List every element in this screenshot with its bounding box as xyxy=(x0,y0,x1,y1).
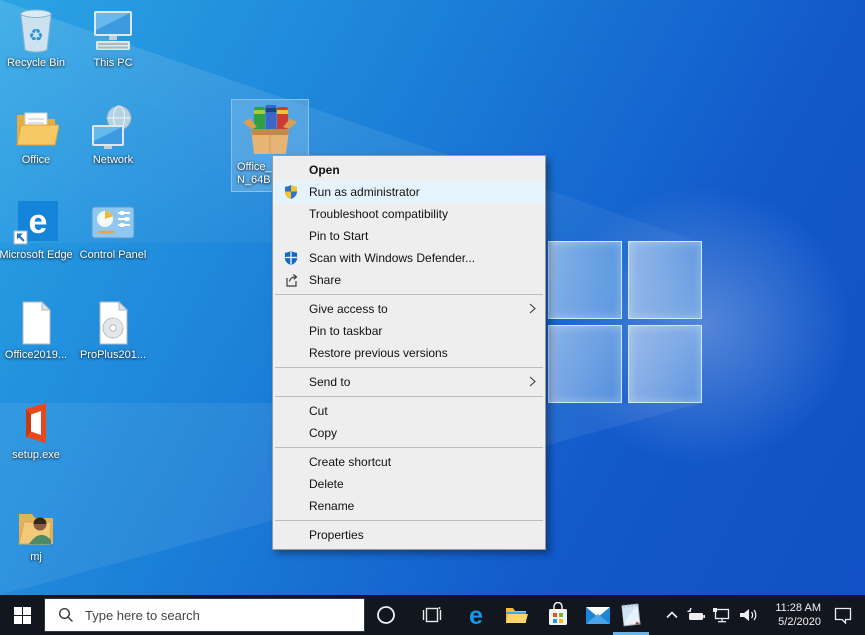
icon-label: Office xyxy=(0,154,75,167)
tray-hidden-icons-button[interactable] xyxy=(660,595,684,635)
menu-item-create-shortcut[interactable]: Create shortcut xyxy=(273,451,545,473)
context-menu: Open Run as administrator Troubleshoot c… xyxy=(272,155,546,550)
battery-icon xyxy=(686,607,706,623)
action-center-button[interactable] xyxy=(826,595,860,635)
icon-label: Control Panel xyxy=(74,249,152,262)
desktop-icon-mj-folder[interactable]: mj xyxy=(0,500,75,564)
desktop-icon-this-pc[interactable]: This PC xyxy=(74,6,152,70)
svg-text:e: e xyxy=(29,203,48,241)
tray-network-button[interactable] xyxy=(709,595,735,635)
icon-label: Microsoft Edge xyxy=(0,249,75,262)
cortana-icon xyxy=(376,605,396,625)
store-taskbar-button[interactable] xyxy=(538,595,578,635)
menu-item-properties[interactable]: Properties xyxy=(273,524,545,546)
desktop-icon-office-folder[interactable]: Office xyxy=(0,103,75,167)
action-center-icon xyxy=(833,606,853,624)
windows-logo-icon xyxy=(14,607,31,624)
menu-separator xyxy=(275,294,543,295)
menu-item-pin-to-taskbar[interactable]: Pin to taskbar xyxy=(273,320,545,342)
disc-image-icon xyxy=(74,298,152,346)
user-folder-icon xyxy=(0,500,75,548)
notepad-taskbar-button-running[interactable] xyxy=(610,595,652,635)
desktop-icon-setup-exe[interactable]: setup.exe xyxy=(0,398,75,462)
task-view-button[interactable] xyxy=(412,595,452,635)
uac-shield-icon xyxy=(273,184,309,200)
chevron-up-icon xyxy=(664,607,680,623)
control-panel-icon xyxy=(74,198,152,246)
menu-item-troubleshoot-compatibility[interactable]: Troubleshoot compatibility xyxy=(273,203,545,225)
menu-item-pin-to-start[interactable]: Pin to Start xyxy=(273,225,545,247)
menu-separator xyxy=(275,367,543,368)
icon-label: ProPlus201... xyxy=(74,349,152,362)
office-setup-icon xyxy=(0,398,75,446)
icon-label: setup.exe xyxy=(0,449,75,462)
menu-item-share[interactable]: Share xyxy=(273,269,545,291)
search-icon xyxy=(58,607,74,623)
search-placeholder: Type here to search xyxy=(85,608,200,623)
menu-item-cut[interactable]: Cut xyxy=(273,400,545,422)
defender-shield-icon xyxy=(273,250,309,266)
search-input[interactable]: Type here to search xyxy=(44,598,365,632)
archive-box-icon xyxy=(232,102,308,158)
this-pc-icon xyxy=(74,6,152,54)
notepad-icon xyxy=(619,602,643,628)
clock-time: 11:28 AM xyxy=(775,601,821,615)
mail-icon xyxy=(585,604,611,626)
svg-text:♻: ♻ xyxy=(28,26,43,45)
windows-logo-wallpaper xyxy=(548,241,702,403)
menu-separator xyxy=(275,396,543,397)
taskbar: Type here to search e xyxy=(0,595,865,635)
edge-taskbar-button[interactable]: e xyxy=(456,595,496,635)
menu-item-run-as-administrator[interactable]: Run as administrator xyxy=(273,181,545,203)
icon-label: Recycle Bin xyxy=(0,57,75,70)
desktop-icon-microsoft-edge[interactable]: e Microsoft Edge xyxy=(0,198,75,262)
desktop-icon-office2019-file[interactable]: Office2019... xyxy=(0,298,75,362)
submenu-arrow-icon xyxy=(529,303,536,317)
menu-separator xyxy=(275,520,543,521)
menu-item-send-to[interactable]: Send to xyxy=(273,371,545,393)
icon-label: Office2019... xyxy=(0,349,75,362)
menu-separator xyxy=(275,447,543,448)
network-icon xyxy=(74,103,152,151)
share-icon xyxy=(273,272,309,288)
edge-icon: e xyxy=(0,198,75,246)
desktop-icon-network[interactable]: Network xyxy=(74,103,152,167)
desktop-icon-recycle-bin[interactable]: ♻ Recycle Bin xyxy=(0,6,75,70)
submenu-arrow-icon xyxy=(529,376,536,390)
svg-text:e: e xyxy=(469,602,483,628)
windows-desktop-screen: ♻ Recycle Bin This PC Office Network e xyxy=(0,0,865,635)
icon-label: mj xyxy=(0,551,75,564)
recycle-bin-icon: ♻ xyxy=(0,6,75,54)
icon-label: Network xyxy=(74,154,152,167)
tray-battery-button[interactable] xyxy=(684,595,708,635)
menu-item-give-access-to[interactable]: Give access to xyxy=(273,298,545,320)
tray-volume-button[interactable] xyxy=(735,595,761,635)
store-icon xyxy=(546,602,570,628)
menu-item-scan-with-windows-defender[interactable]: Scan with Windows Defender... xyxy=(273,247,545,269)
menu-item-delete[interactable]: Delete xyxy=(273,473,545,495)
cortana-button[interactable] xyxy=(366,595,406,635)
desktop-icon-proplus-file[interactable]: ProPlus201... xyxy=(74,298,152,362)
task-view-icon xyxy=(422,605,442,625)
menu-item-restore-previous-versions[interactable]: Restore previous versions xyxy=(273,342,545,364)
clock-date: 5/2/2020 xyxy=(778,615,821,629)
folder-icon xyxy=(0,103,75,151)
document-icon xyxy=(0,298,75,346)
start-button[interactable] xyxy=(0,595,44,635)
menu-item-open[interactable]: Open xyxy=(273,159,545,181)
network-ethernet-icon xyxy=(712,607,732,624)
desktop-icon-control-panel[interactable]: Control Panel xyxy=(74,198,152,262)
volume-icon xyxy=(738,607,758,623)
edge-icon: e xyxy=(463,602,489,628)
menu-item-copy[interactable]: Copy xyxy=(273,422,545,444)
file-explorer-taskbar-button[interactable] xyxy=(496,595,536,635)
icon-label: This PC xyxy=(74,57,152,70)
taskbar-clock[interactable]: 11:28 AM 5/2/2020 xyxy=(759,595,821,635)
file-explorer-icon xyxy=(504,603,528,627)
menu-item-rename[interactable]: Rename xyxy=(273,495,545,517)
